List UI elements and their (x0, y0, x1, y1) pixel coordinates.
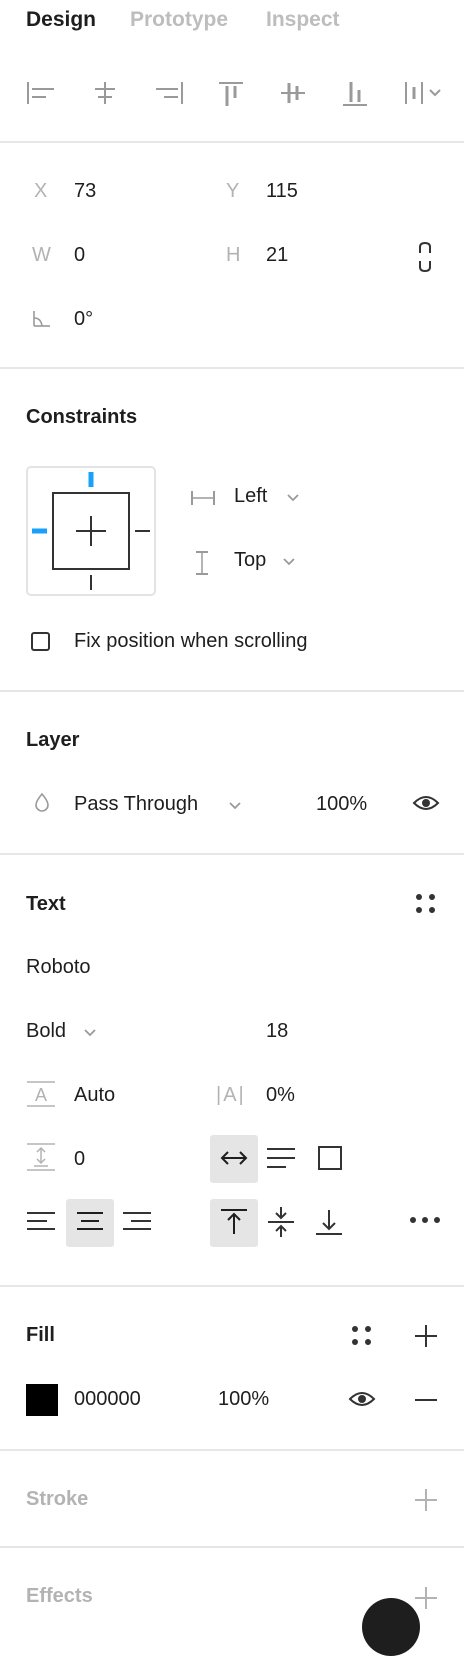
divider (0, 141, 464, 143)
divider (0, 1285, 464, 1287)
divider (0, 690, 464, 692)
text-align-left-icon[interactable] (26, 1211, 56, 1231)
align-vertical-center-icon[interactable] (280, 80, 306, 106)
layer-opacity-input[interactable]: 100% (316, 793, 367, 816)
rotation-input[interactable]: 0° (74, 308, 93, 331)
chevron-down-icon[interactable] (282, 557, 296, 567)
align-left-icon[interactable] (26, 80, 56, 106)
auto-width-icon[interactable] (220, 1150, 248, 1166)
divider (0, 367, 464, 369)
w-label: W (32, 244, 51, 266)
divider (0, 853, 464, 855)
text-align-center-icon[interactable] (76, 1211, 104, 1231)
more-options-icon[interactable] (409, 1216, 441, 1224)
h-label: H (226, 244, 241, 266)
fixed-size-icon[interactable] (318, 1146, 342, 1170)
h-input[interactable]: 21 (266, 244, 288, 267)
line-height-icon: A (27, 1081, 55, 1107)
fill-opacity-input[interactable]: 100% (218, 1388, 269, 1411)
vertical-align-middle-icon[interactable] (267, 1206, 295, 1238)
effects-title: Effects (26, 1585, 93, 1607)
letter-spacing-icon: |A| (216, 1084, 246, 1106)
vertical-constraint-select[interactable]: Top (234, 549, 266, 572)
font-family-select[interactable]: Roboto (26, 956, 91, 979)
vertical-align-top-icon[interactable] (220, 1208, 248, 1236)
y-label: Y (226, 180, 240, 202)
chevron-down-icon[interactable] (83, 1028, 97, 1038)
line-height-input[interactable]: Auto (74, 1084, 115, 1107)
text-align-right-icon[interactable] (122, 1211, 152, 1231)
add-fill-icon[interactable] (414, 1324, 438, 1348)
y-input[interactable]: 115 (266, 180, 298, 203)
chevron-down-icon[interactable] (286, 493, 300, 503)
font-weight-select[interactable]: Bold (26, 1020, 66, 1043)
paragraph-spacing-icon (27, 1143, 55, 1171)
rotation-icon (33, 311, 50, 327)
fix-position-checkbox[interactable] (31, 632, 50, 651)
text-title: Text (26, 893, 66, 915)
blend-mode-select[interactable]: Pass Through (74, 793, 198, 816)
eye-icon[interactable] (348, 1390, 376, 1408)
letter-spacing-input[interactable]: 0% (266, 1084, 295, 1107)
chevron-down-icon[interactable] (228, 801, 242, 811)
tab-design[interactable]: Design (26, 8, 96, 32)
auto-height-icon[interactable] (266, 1147, 296, 1169)
w-input[interactable]: 0 (74, 244, 85, 267)
fill-hex-input[interactable]: 000000 (74, 1388, 141, 1411)
remove-fill-icon[interactable] (414, 1398, 438, 1402)
fill-title: Fill (26, 1324, 55, 1346)
horizontal-constraint-select[interactable]: Left (234, 485, 267, 508)
align-bottom-icon[interactable] (342, 80, 368, 108)
align-horizontal-center-icon[interactable] (92, 80, 118, 106)
svg-text:A: A (35, 1085, 47, 1105)
constraints-title: Constraints (26, 406, 138, 428)
text-styles-grid-icon[interactable] (415, 893, 437, 915)
distribute-dropdown-icon[interactable] (404, 80, 448, 106)
tab-inspect[interactable]: Inspect (266, 8, 340, 32)
divider (0, 1546, 464, 1548)
vertical-align-bottom-icon[interactable] (315, 1208, 343, 1236)
fix-position-label: Fix position when scrolling (74, 630, 308, 652)
font-size-input[interactable]: 18 (266, 1020, 288, 1043)
horizontal-constraint-icon (191, 491, 215, 505)
align-top-icon[interactable] (218, 80, 244, 108)
add-effect-icon[interactable] (414, 1586, 438, 1609)
eye-icon[interactable] (412, 794, 440, 812)
layer-title: Layer (26, 729, 80, 751)
align-right-icon[interactable] (154, 80, 184, 106)
blend-mode-drop-icon (35, 792, 49, 812)
vertical-constraint-icon (196, 551, 208, 575)
help-button[interactable] (362, 1598, 420, 1656)
stroke-title: Stroke (26, 1488, 89, 1510)
add-stroke-icon[interactable] (414, 1488, 438, 1512)
fill-styles-grid-icon[interactable] (351, 1325, 373, 1347)
constraints-widget[interactable] (26, 466, 156, 596)
fill-color-swatch[interactable] (26, 1384, 58, 1416)
tab-prototype[interactable]: Prototype (130, 8, 228, 32)
x-input[interactable]: 73 (74, 180, 96, 203)
paragraph-spacing-input[interactable]: 0 (74, 1148, 85, 1171)
divider (0, 1449, 464, 1451)
constrain-proportions-icon[interactable] (418, 241, 432, 273)
x-label: X (34, 180, 48, 202)
